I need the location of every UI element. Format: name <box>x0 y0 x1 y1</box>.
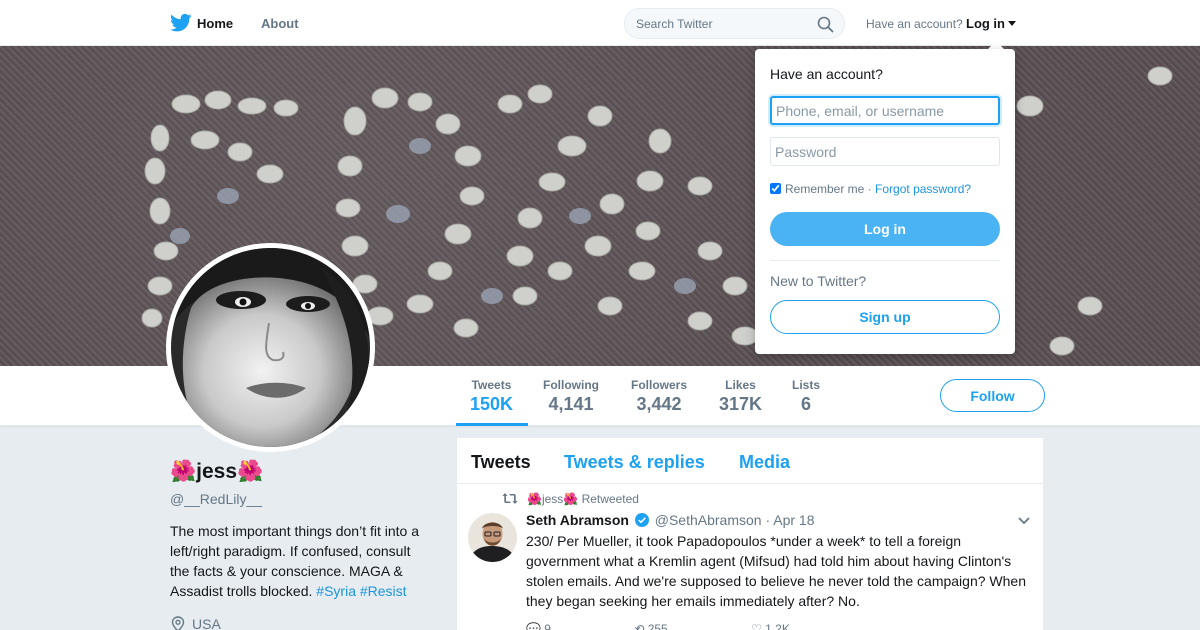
reply-action[interactable]: 💬 9 <box>526 622 591 630</box>
retweet-context: 🌺jess🌺 Retweeted <box>527 492 639 506</box>
stat-value: 317K <box>719 394 763 414</box>
profile-location: USA <box>192 616 221 630</box>
stat-label: Lists <box>792 378 821 392</box>
search-input[interactable] <box>636 15 806 33</box>
login-menu-link[interactable]: Log in <box>966 16 1005 31</box>
stat-label: Tweets <box>471 378 512 392</box>
tweet-text: 230/ Per Mueller, it took Papadopoulos *… <box>526 533 1026 609</box>
tweet-separator: · <box>765 512 771 528</box>
profile-bio: The most important things don’t fit into… <box>170 521 432 601</box>
hashtag-link[interactable]: #Syria <box>316 583 356 599</box>
hashtag-link[interactable]: #Resist <box>360 583 407 599</box>
stat-tweets[interactable]: Tweets 150K <box>470 378 513 415</box>
login-dropdown: Have an account? Remember me · Forgot pa… <box>755 49 1015 354</box>
stat-value: 3,442 <box>636 394 682 414</box>
stat-likes[interactable]: Likes 317K <box>719 378 762 415</box>
tweet-author-avatar[interactable] <box>468 513 517 562</box>
forgot-password-link[interactable]: Forgot password? <box>875 182 971 196</box>
caret-down-icon[interactable] <box>1008 21 1016 26</box>
stat-lists[interactable]: Lists 6 <box>792 378 820 415</box>
remember-me-label[interactable]: Remember me <box>785 182 864 196</box>
search-box <box>624 8 845 39</box>
password-field[interactable] <box>770 137 1000 166</box>
timeline-tabs: Tweets Tweets & replies Media <box>457 438 1043 484</box>
profile-name[interactable]: 🌺jess🌺 <box>170 460 263 484</box>
location-pin-icon <box>171 616 185 630</box>
stat-label: Likes <box>725 378 756 392</box>
tweet-date[interactable]: Apr 18 <box>773 512 814 528</box>
tab-media[interactable]: Media <box>739 452 790 473</box>
remember-me-checkbox[interactable] <box>770 183 781 194</box>
profile-handle[interactable]: @__RedLily__ <box>170 491 262 507</box>
tweet-actions: 💬 9 ⟲ 255 ♡ 1.2K <box>526 622 870 630</box>
stat-following[interactable]: Following 4,141 <box>543 378 599 415</box>
like-count: 1.2K <box>765 622 790 630</box>
dropdown-title: Have an account? <box>770 66 883 82</box>
remember-separator: · <box>867 182 872 196</box>
twitter-bird-icon[interactable] <box>170 13 192 33</box>
tab-tweets-replies[interactable]: Tweets & replies <box>564 452 705 473</box>
timeline: Tweets Tweets & replies Media 🌺jess🌺 Ret… <box>456 437 1044 630</box>
reply-count: 9 <box>544 622 551 630</box>
stat-label: Following <box>543 378 599 392</box>
author-avatar-image <box>468 513 517 562</box>
tweet-menu-chevron-icon[interactable] <box>1018 517 1030 525</box>
active-stat-underline <box>456 423 528 426</box>
retweet-action[interactable]: ⟲ 255 <box>634 622 707 630</box>
retweet-count: 255 <box>647 622 668 630</box>
like-action[interactable]: ♡ 1.2K <box>751 622 830 630</box>
login-button[interactable]: Log in <box>770 212 1000 246</box>
username-field[interactable] <box>770 96 1000 125</box>
stat-value: 150K <box>470 394 514 414</box>
retweet-icon <box>502 493 518 504</box>
follow-button[interactable]: Follow <box>940 379 1045 412</box>
profile-avatar[interactable] <box>166 243 375 452</box>
stat-label: Followers <box>631 378 688 392</box>
tweet-header: Seth Abramson @SethAbramson · Apr 18 <box>526 512 815 528</box>
nav-home-link[interactable]: Home <box>197 16 233 31</box>
signup-button[interactable]: Sign up <box>770 300 1000 334</box>
stat-followers[interactable]: Followers 3,442 <box>631 378 687 415</box>
have-account-text: Have an account? <box>866 17 963 31</box>
avatar-image <box>171 248 370 447</box>
dropdown-divider <box>770 260 1000 261</box>
remember-row: Remember me · Forgot password? <box>770 182 971 196</box>
top-nav: Home About Have an account? Log in <box>0 0 1200 46</box>
stat-value: 6 <box>801 394 812 414</box>
retweeter-name[interactable]: 🌺jess🌺 <box>527 492 578 506</box>
nav-about-link[interactable]: About <box>261 16 299 31</box>
retweeted-label: Retweeted <box>581 492 639 506</box>
verified-badge-icon <box>634 513 649 527</box>
search-icon[interactable] <box>817 16 834 33</box>
stat-value: 4,141 <box>548 394 594 414</box>
new-to-twitter-text: New to Twitter? <box>770 273 867 289</box>
tweet-author-name[interactable]: Seth Abramson <box>526 512 629 528</box>
tab-tweets[interactable]: Tweets <box>471 452 531 473</box>
tweet-author-handle[interactable]: @SethAbramson <box>655 512 762 528</box>
